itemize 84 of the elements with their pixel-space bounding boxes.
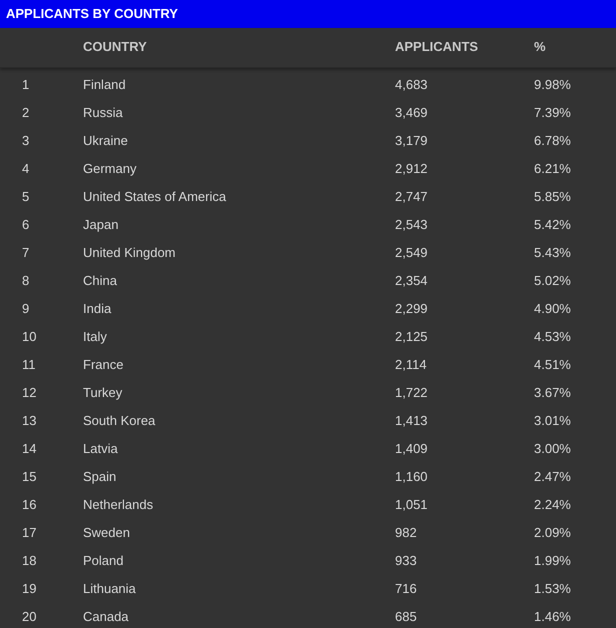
percent-cell: 9.98% (534, 77, 571, 92)
rank-cell: 18 (22, 553, 36, 568)
percent-cell: 3.00% (534, 441, 571, 456)
applicants-cell: 933 (395, 553, 417, 568)
percent-cell: 6.78% (534, 133, 571, 148)
applicants-cell: 4,683 (395, 77, 428, 92)
applicants-cell: 1,051 (395, 497, 428, 512)
percent-cell: 1.99% (534, 553, 571, 568)
applicants-cell: 2,912 (395, 161, 428, 176)
column-header: % (534, 39, 546, 54)
rank-cell: 4 (22, 161, 30, 176)
applicants-cell: 3,179 (395, 133, 428, 148)
percent-cell: 4.53% (534, 329, 571, 344)
country-cell: Russia (83, 105, 123, 120)
country-cell: China (83, 273, 117, 288)
panel-title: APPLICANTS BY COUNTRY (6, 5, 178, 24)
applicants-cell: 1,722 (395, 385, 428, 400)
applicants-cell: 685 (395, 609, 417, 624)
country-cell: Spain (83, 469, 116, 484)
country-cell: Latvia (83, 441, 118, 456)
percent-cell: 2.24% (534, 497, 571, 512)
percent-cell: 1.46% (534, 609, 571, 624)
rank-cell: 19 (22, 581, 36, 596)
rank-cell: 9 (22, 301, 30, 316)
applicants-cell: 1,160 (395, 469, 428, 484)
percent-cell: 5.43% (534, 245, 571, 260)
percent-cell: 3.01% (534, 413, 571, 428)
country-cell: United States of America (83, 189, 226, 204)
applicants-cell: 982 (395, 525, 417, 540)
country-cell: Turkey (83, 385, 122, 400)
applicants-cell: 2,549 (395, 245, 428, 260)
country-cell: Italy (83, 329, 107, 344)
percent-cell: 2.09% (534, 525, 571, 540)
country-cell: Germany (83, 161, 136, 176)
rank-cell: 14 (22, 441, 36, 456)
country-cell: Canada (83, 609, 129, 624)
percent-cell: 6.21% (534, 161, 571, 176)
percent-cell: 4.51% (534, 357, 571, 372)
rank-cell: 8 (22, 273, 30, 288)
rank-cell: 1 (22, 77, 30, 92)
country-cell: Japan (83, 217, 118, 232)
country-cell: South Korea (83, 413, 156, 428)
column-header: APPLICANTS (395, 39, 478, 54)
rank-cell: 17 (22, 525, 36, 540)
rank-cell: 13 (22, 413, 36, 428)
applicants-cell: 2,125 (395, 329, 428, 344)
applicants-cell: 2,299 (395, 301, 428, 316)
country-cell: Poland (83, 553, 124, 568)
applicants-cell: 2,354 (395, 273, 428, 288)
applicants-cell: 2,747 (395, 189, 428, 204)
percent-cell: 5.02% (534, 273, 571, 288)
percent-cell: 2.47% (534, 469, 571, 484)
column-header: COUNTRY (83, 39, 147, 54)
applicants-cell: 1,409 (395, 441, 428, 456)
percent-cell: 7.39% (534, 105, 571, 120)
country-cell: Ukraine (83, 133, 128, 148)
rank-cell: 5 (22, 189, 30, 204)
rank-cell: 10 (22, 329, 36, 344)
applicants-cell: 1,413 (395, 413, 428, 428)
applicants-cell: 716 (395, 581, 417, 596)
country-cell: Lithuania (83, 581, 136, 596)
rank-cell: 15 (22, 469, 36, 484)
rank-cell: 2 (22, 105, 30, 120)
rank-cell: 7 (22, 245, 30, 260)
country-cell: India (83, 301, 112, 316)
country-cell: Netherlands (83, 497, 154, 512)
rank-cell: 16 (22, 497, 36, 512)
percent-cell: 1.53% (534, 581, 571, 596)
percent-cell: 5.42% (534, 217, 571, 232)
percent-cell: 5.85% (534, 189, 571, 204)
country-cell: United Kingdom (83, 245, 176, 260)
country-cell: France (83, 357, 124, 372)
applicants-cell: 2,114 (395, 357, 427, 372)
percent-cell: 3.67% (534, 385, 571, 400)
rank-cell: 11 (22, 357, 36, 372)
rank-cell: 12 (22, 385, 36, 400)
applicants-cell: 3,469 (395, 105, 428, 120)
country-cell: Finland (83, 77, 126, 92)
rank-cell: 3 (22, 133, 30, 148)
applicants-cell: 2,543 (395, 217, 428, 232)
country-cell: Sweden (83, 525, 130, 540)
rank-cell: 6 (22, 217, 30, 232)
rank-cell: 20 (22, 609, 36, 624)
percent-cell: 4.90% (534, 301, 571, 316)
